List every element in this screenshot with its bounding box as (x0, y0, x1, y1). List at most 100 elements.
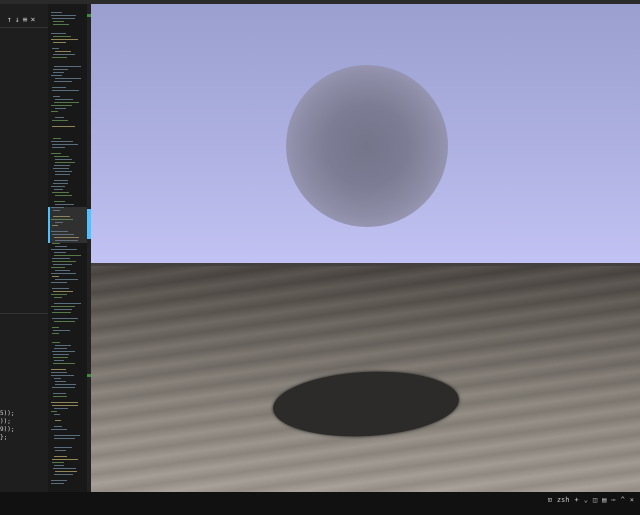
minimap-code-line (54, 378, 61, 379)
minimap-code-line (55, 381, 66, 382)
find-in-selection-icon[interactable]: ≡ (23, 15, 28, 25)
minimap-code-line (52, 90, 79, 91)
minimap-code-line (53, 330, 70, 331)
minimap-code-line (54, 438, 75, 439)
minimap-code-line (52, 48, 59, 49)
minimap-code-line (51, 153, 61, 154)
minimap-code-line (54, 309, 72, 310)
minimap-code-line (51, 369, 66, 370)
code-line[interactable]: )); (0, 418, 11, 425)
minimap-code-line (54, 474, 73, 475)
minimap-code-line (55, 279, 78, 280)
code-line[interactable]: }; (0, 434, 7, 441)
minimap-code-line (55, 117, 64, 118)
minimap-code-line (53, 264, 72, 265)
minimap-code-line (53, 138, 61, 139)
minimap-code-line (52, 120, 68, 121)
minimap-code-line (51, 111, 58, 112)
minimap-code-line (51, 411, 57, 412)
minimap-code-line (51, 39, 78, 40)
minimap-code-line (55, 246, 67, 247)
minimap-code-line (52, 351, 75, 352)
maximize-panel-icon[interactable]: ^ (621, 496, 625, 505)
minimap-code-line (54, 252, 66, 253)
minimap-code-line (51, 483, 64, 484)
previous-match-icon[interactable]: ↑ (7, 15, 12, 25)
minimap-code-line (53, 357, 68, 358)
layout-icon[interactable]: ⊡ (548, 496, 552, 505)
minimap-code-line (54, 165, 70, 166)
code-editor-panel[interactable]: ↑ ↓ ≡ × 5)); )); 9)); }; (0, 4, 48, 492)
minimap-code-line (52, 144, 78, 145)
sun-sphere (286, 65, 448, 227)
trash-icon[interactable]: ▤ (602, 496, 606, 505)
minimap-code-line (53, 183, 68, 184)
minimap-code-line (51, 249, 77, 250)
minimap-code-line (53, 54, 75, 55)
minimap-code-line (55, 471, 77, 472)
terminal-name-label[interactable]: zsh (557, 496, 570, 505)
minimap-code-line (54, 465, 64, 466)
editor-minimap[interactable] (48, 4, 91, 492)
minimap-code-line (54, 303, 81, 304)
minimap-code-line (55, 159, 72, 160)
find-widget-toolbar: ↑ ↓ ≡ × (0, 12, 48, 28)
minimap-code-line (51, 375, 74, 376)
minimap-code-line (52, 126, 75, 127)
split-terminal-icon[interactable]: ◫ (593, 496, 597, 505)
close-find-icon[interactable]: × (30, 15, 35, 25)
minimap-code-line (51, 186, 65, 187)
minimap-code-line (55, 51, 71, 52)
minimap-code-line (54, 447, 72, 448)
code-line[interactable]: 9)); (0, 426, 14, 433)
minimap-code-line (55, 384, 76, 385)
minimap-code-line (51, 372, 67, 373)
3d-scene-viewport[interactable] (91, 4, 640, 492)
dropdown-icon[interactable]: ⌄ (584, 496, 588, 505)
minimap-code-line (51, 75, 62, 76)
next-match-icon[interactable]: ↓ (15, 15, 20, 25)
add-terminal-icon[interactable]: + (574, 496, 578, 505)
minimap-code-line (55, 345, 71, 346)
minimap-slider[interactable] (48, 207, 91, 243)
minimap-code-line (51, 282, 67, 283)
minimap-code-line (54, 348, 67, 349)
minimap-code-line (51, 15, 76, 16)
minimap-code-line (54, 156, 69, 157)
minimap-code-line (51, 480, 67, 481)
minimap-code-line (54, 426, 62, 427)
minimap-code-line (51, 105, 72, 106)
minimap-code-line (52, 147, 65, 148)
close-panel-icon[interactable]: × (630, 496, 634, 505)
editor-divider (0, 27, 48, 28)
minimap-code-line (51, 141, 73, 142)
code-line[interactable]: 5)); (0, 410, 14, 417)
minimap-code-line (53, 21, 64, 22)
minimap-code-line (55, 195, 72, 196)
minimap-code-line (53, 96, 60, 97)
minimap-code-line (52, 327, 59, 328)
minimap-code-line (52, 342, 60, 343)
minimap-code-line (54, 321, 75, 322)
minimap-code-line (52, 192, 69, 193)
minimap-code-line (53, 36, 71, 37)
minimap-code-line (51, 402, 78, 403)
minimap-code-line (51, 33, 66, 34)
minimap-code-line (52, 459, 78, 460)
minimap-code-line (53, 363, 75, 364)
minimap-code-line (52, 333, 59, 334)
minimap-code-line (55, 174, 70, 175)
minimap-code-line (54, 360, 64, 361)
minimap-code-line (52, 258, 70, 259)
minimap-code-line (55, 450, 66, 451)
minimap-code-line (54, 435, 80, 436)
minimap-code-line (55, 99, 73, 100)
minimap-code-line (53, 468, 76, 469)
minimap-code-line (54, 414, 60, 415)
more-icon[interactable]: ⋯ (611, 496, 615, 505)
minimap-code-line (52, 318, 78, 319)
minimap-code-line (54, 180, 68, 181)
minimap-code-line (54, 189, 63, 190)
minimap-code-line (55, 204, 74, 205)
minimap-code-line (53, 291, 73, 292)
